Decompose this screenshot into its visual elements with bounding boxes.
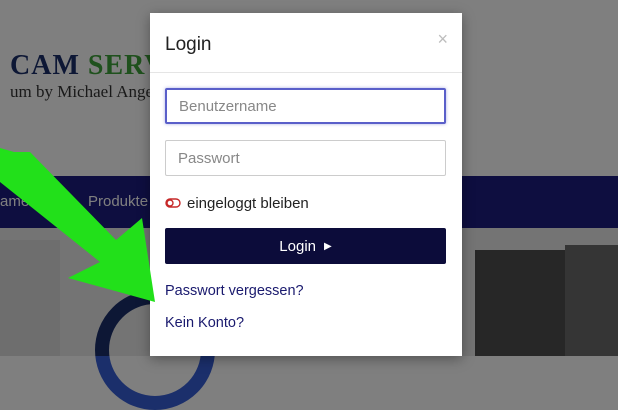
username-input[interactable] [165,88,446,124]
password-input[interactable] [165,140,446,176]
login-button-label: Login [279,237,316,255]
signup-link[interactable]: Kein Konto? [165,315,244,331]
remember-me-label: eingeloggt bleiben [187,194,309,212]
caret-right-icon: ▶ [324,240,332,252]
modal-title: Login [165,34,212,55]
modal-header: Login × [150,13,462,73]
login-button[interactable]: Login ▶ [165,228,446,264]
forgot-password-link[interactable]: Passwort vergessen? [165,283,304,299]
login-modal: Login × eingeloggt bleiben Login ▶ Passw… [150,13,462,356]
toggle-icon[interactable] [165,198,181,208]
remember-me-toggle[interactable]: eingeloggt bleiben [165,193,309,213]
close-icon[interactable]: × [437,29,448,50]
